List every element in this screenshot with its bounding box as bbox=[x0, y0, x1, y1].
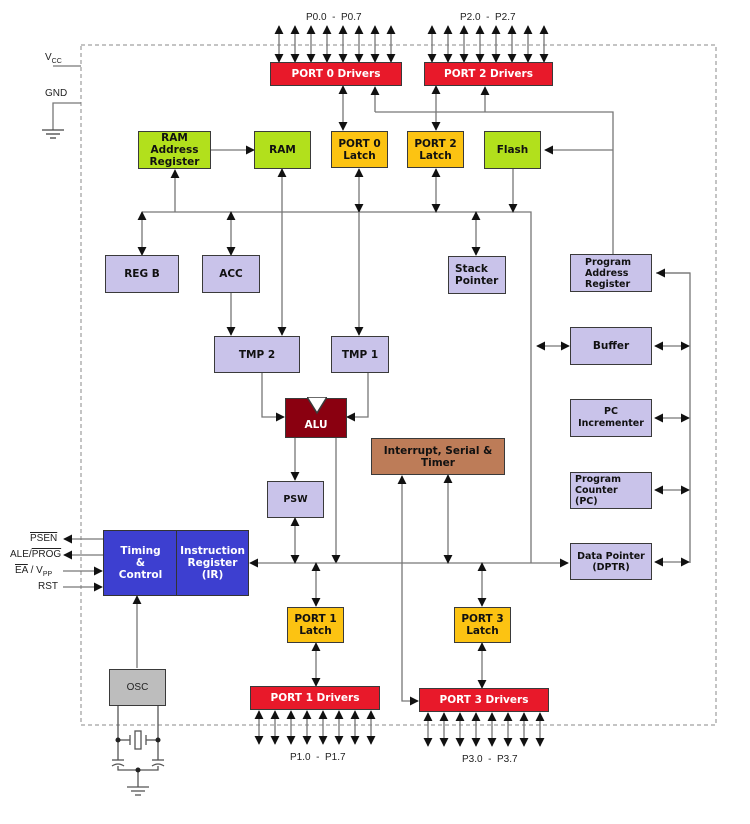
port1-drivers[interactable]: PORT 1 Drivers bbox=[250, 686, 380, 710]
pc-incrementer[interactable]: PC Incrementer bbox=[570, 399, 652, 437]
vcc-label: VCC bbox=[45, 52, 62, 65]
tmp2[interactable]: TMP 2 bbox=[214, 336, 300, 373]
port2-pin-arrows bbox=[427, 25, 549, 63]
port0-latch[interactable]: PORT 0 Latch bbox=[331, 131, 388, 168]
gnd-label: GND bbox=[45, 88, 68, 99]
interrupt-port3-link bbox=[397, 475, 419, 706]
buffer[interactable]: Buffer bbox=[570, 327, 652, 365]
timing-control[interactable]: Timing & Control bbox=[103, 530, 178, 596]
port1-pins-label: P1.0 - P1.7 bbox=[290, 752, 346, 763]
ground-symbol-top bbox=[42, 129, 64, 139]
port0-pins-label: P0.0 - P0.7 bbox=[306, 12, 362, 23]
port3-pins-label: P3.0 - P3.7 bbox=[462, 754, 518, 765]
oscillator[interactable]: OSC bbox=[109, 669, 166, 706]
crystal-circuit bbox=[111, 706, 165, 796]
psw[interactable]: PSW bbox=[267, 481, 324, 518]
rst-label: RST bbox=[38, 581, 58, 592]
ram[interactable]: RAM bbox=[254, 131, 311, 169]
vcc-subscript: CC bbox=[51, 58, 62, 65]
gnd-line bbox=[52, 102, 81, 130]
data-pointer[interactable]: Data Pointer (DPTR) bbox=[570, 543, 652, 580]
tmp2-alu-link bbox=[261, 373, 285, 422]
interrupt-serial-timer[interactable]: Interrupt, Serial & Timer bbox=[371, 438, 505, 475]
ea-text: EA bbox=[15, 565, 28, 576]
program-counter[interactable]: Program Counter (PC) bbox=[570, 472, 652, 509]
vcc-text: V bbox=[45, 52, 52, 63]
alu-notch bbox=[307, 397, 327, 415]
port3-drivers[interactable]: PORT 3 Drivers bbox=[419, 688, 549, 712]
port1-pin-arrows bbox=[254, 710, 376, 745]
prog-text: PROG bbox=[31, 549, 62, 560]
flash[interactable]: Flash bbox=[484, 131, 541, 169]
ale-text: ALE/ bbox=[10, 549, 32, 560]
instruction-register[interactable]: Instruction Register (IR) bbox=[176, 530, 249, 596]
vpp-text: / V bbox=[27, 565, 43, 576]
port3-latch[interactable]: PORT 3 Latch bbox=[454, 607, 511, 643]
tmp1[interactable]: TMP 1 bbox=[331, 336, 389, 373]
port3-pin-arrows bbox=[423, 712, 545, 747]
ram-address-register[interactable]: RAM Address Register bbox=[138, 131, 211, 169]
vpp-subscript: PP bbox=[42, 571, 53, 578]
port2-pins-label: P2.0 - P2.7 bbox=[460, 12, 516, 23]
program-address-register[interactable]: Program Address Register bbox=[570, 254, 652, 292]
ale-prog-label: ALE/PROG bbox=[10, 549, 61, 560]
alu-label: ALU bbox=[304, 419, 328, 431]
port0-pin-arrows bbox=[274, 25, 396, 63]
port2-drivers[interactable]: PORT 2 Drivers bbox=[424, 62, 553, 86]
alu[interactable]: ALU bbox=[285, 397, 347, 438]
port1-latch[interactable]: PORT 1 Latch bbox=[287, 607, 344, 643]
stack-pointer[interactable]: Stack Pointer bbox=[448, 256, 506, 294]
psen-label: PSEN bbox=[30, 533, 58, 544]
ea-vpp-label: EA / VPP bbox=[15, 565, 52, 578]
port0-drivers[interactable]: PORT 0 Drivers bbox=[270, 62, 402, 86]
reg-b[interactable]: REG B bbox=[105, 255, 179, 293]
port2-latch[interactable]: PORT 2 Latch bbox=[407, 131, 464, 168]
tmp1-alu-link bbox=[346, 373, 369, 422]
acc[interactable]: ACC bbox=[202, 255, 260, 293]
